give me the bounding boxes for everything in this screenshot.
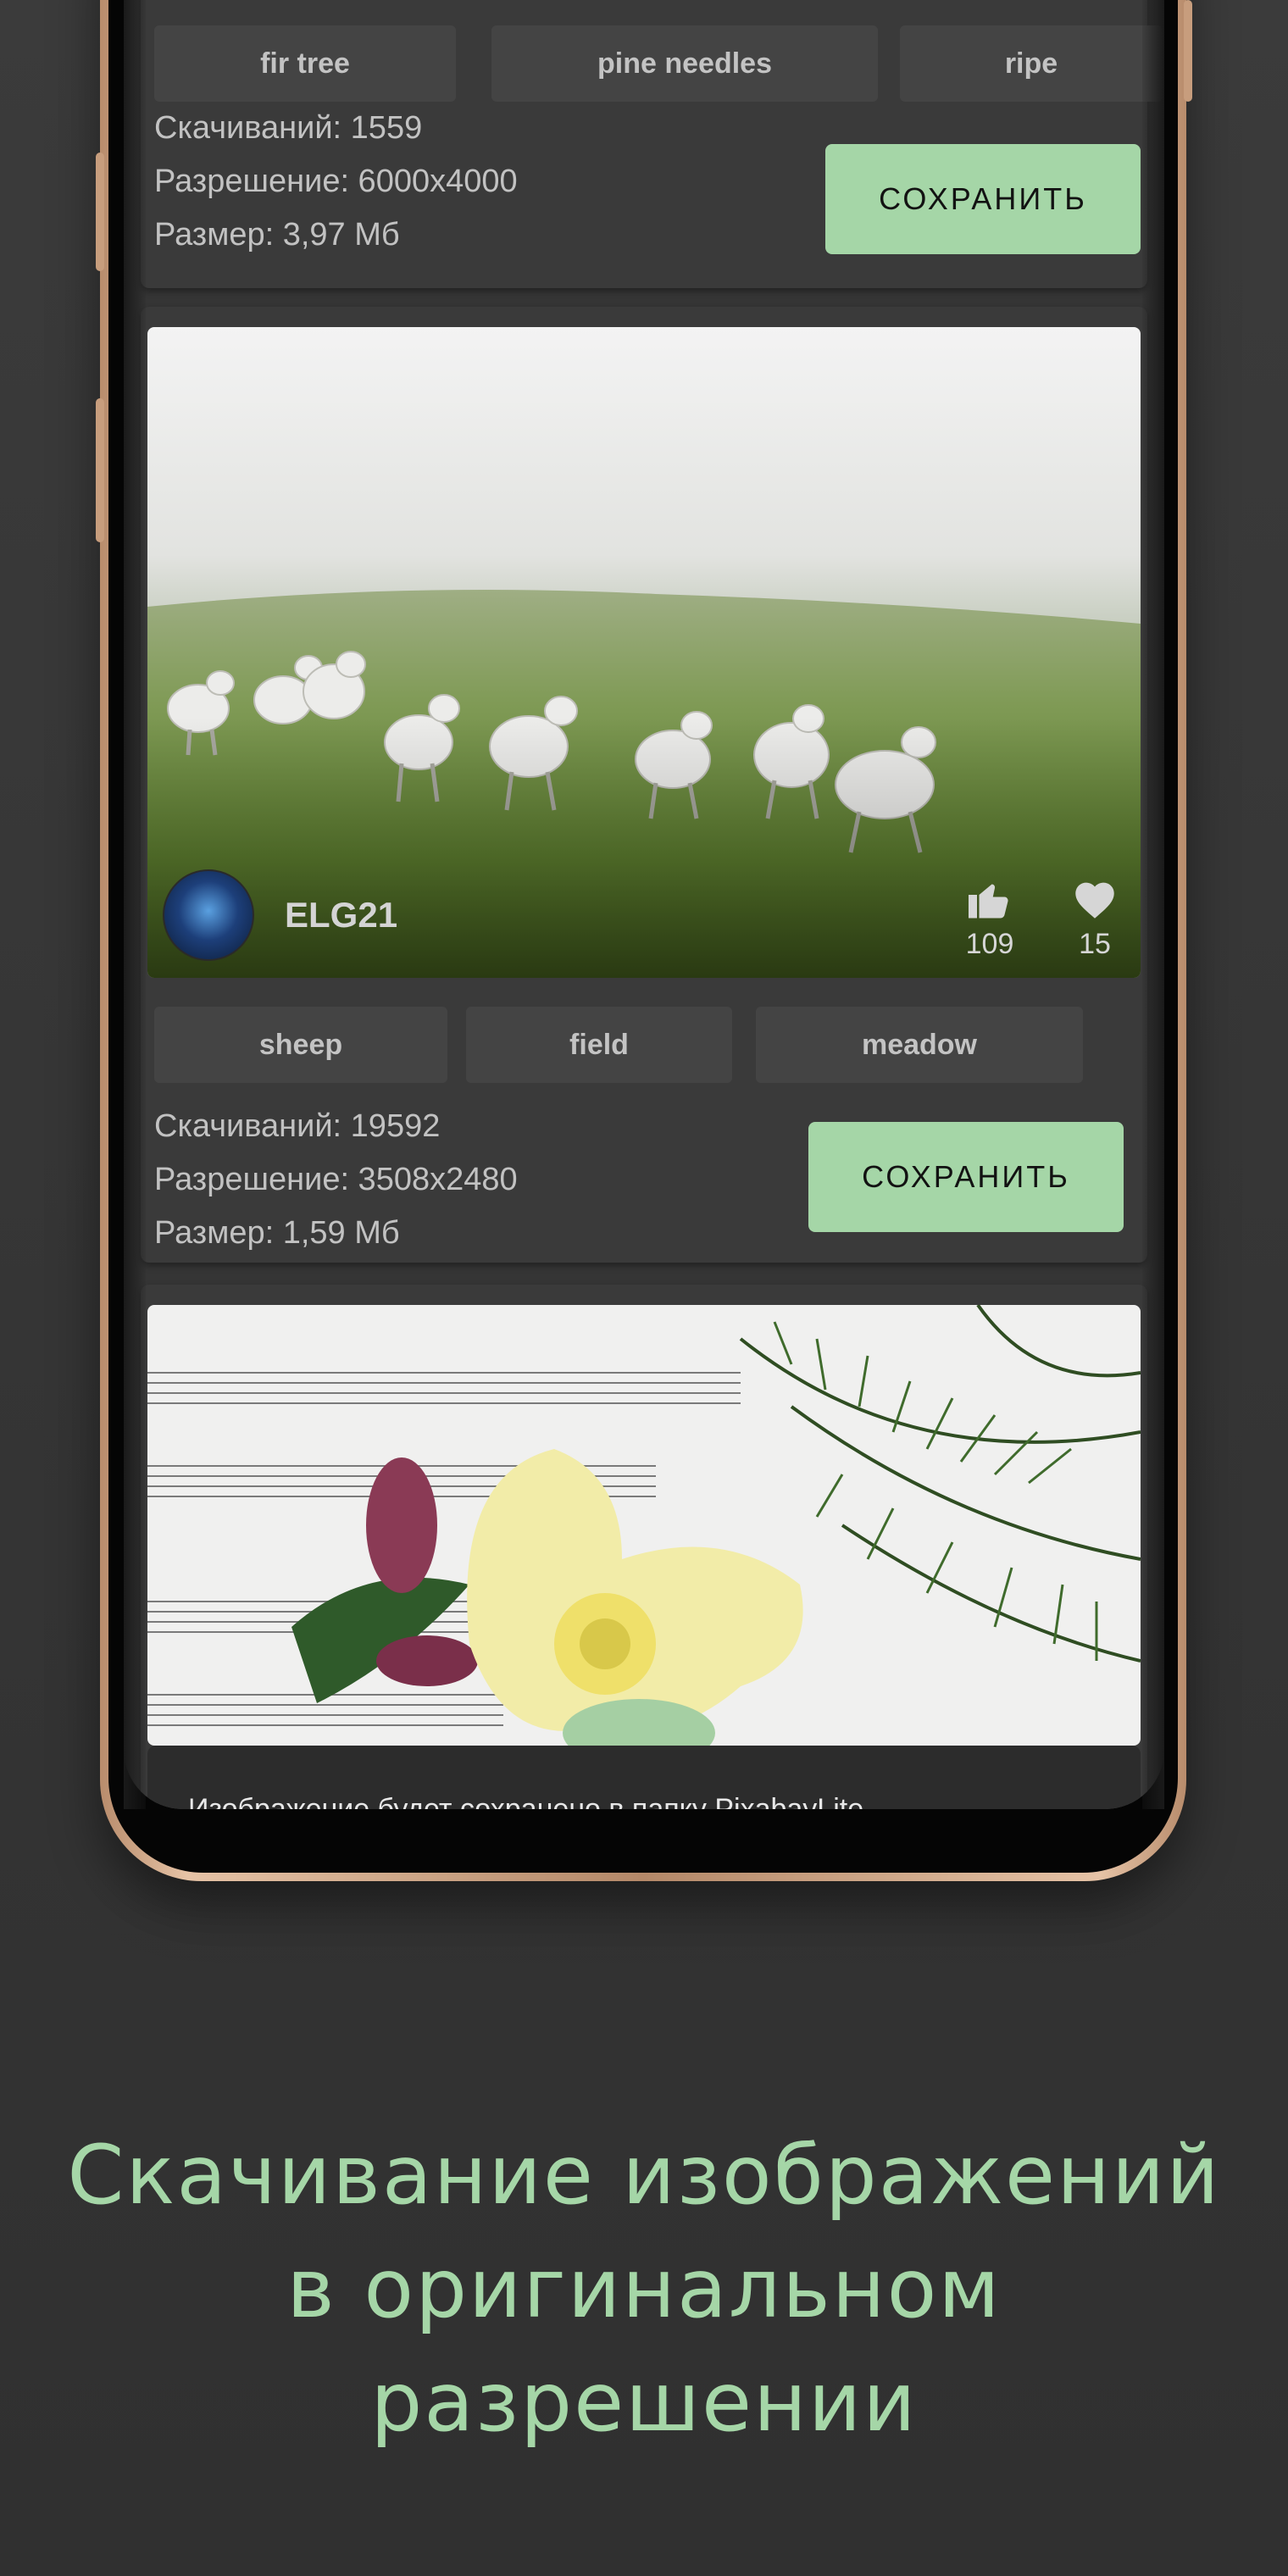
- tag-chip[interactable]: fir tree: [154, 25, 456, 102]
- downloads-count: Скачиваний: 1559: [154, 110, 423, 146]
- downloads-count: Скачиваний: 19592: [154, 1108, 441, 1144]
- save-button[interactable]: СОХРАНИТЬ: [825, 144, 1141, 254]
- tag-chip[interactable]: sheep: [154, 1007, 447, 1083]
- image-meta: Скачиваний: 1559 Разрешение: 6000x4000 Р…: [154, 102, 518, 262]
- snackbar: Изображение будет сохранено в папку Pixa…: [147, 1746, 1141, 1809]
- resolution-text: Разрешение: 6000x4000: [154, 164, 518, 199]
- likes-count: 109: [965, 928, 1014, 960]
- tag-chip[interactable]: meadow: [756, 1007, 1083, 1083]
- favorites-stat[interactable]: 15: [1061, 878, 1129, 961]
- headline-line: Скачивание изображений: [67, 2128, 1221, 2223]
- screen-edge: [124, 0, 146, 1809]
- file-size-text: Размер: 1,59 Мб: [154, 1215, 400, 1251]
- favorites-count: 15: [1079, 928, 1111, 960]
- screen-edge: [1142, 0, 1164, 1809]
- phone-side-button: [1184, 0, 1192, 102]
- image-card: fir tree pine needles ripe Скачиваний: 1…: [141, 0, 1163, 288]
- likes-stat[interactable]: 109: [956, 878, 1024, 961]
- tag-chip[interactable]: ripe: [900, 25, 1163, 102]
- author-block[interactable]: ELG21: [163, 869, 397, 961]
- heart-icon: [1075, 882, 1114, 919]
- save-button[interactable]: СОХРАНИТЬ: [808, 1122, 1124, 1232]
- tag-chip[interactable]: pine needles: [491, 25, 878, 102]
- headline-line: в оригинальном: [286, 2241, 1002, 2336]
- headline-line: разрешении: [370, 2355, 918, 2450]
- resolution-text: Разрешение: 3508x2480: [154, 1162, 518, 1197]
- image-preview[interactable]: ELG21 109 15: [147, 327, 1141, 978]
- image-preview[interactable]: [147, 1305, 1141, 1746]
- avatar[interactable]: [163, 869, 254, 961]
- file-size-text: Размер: 3,97 Мб: [154, 217, 400, 253]
- image-meta: Скачиваний: 19592 Разрешение: 3508x2480 …: [154, 1100, 518, 1260]
- phone-side-button: [96, 153, 104, 271]
- author-name[interactable]: ELG21: [285, 895, 397, 935]
- app-screen: fir tree pine needles ripe Скачиваний: 1…: [124, 0, 1164, 1809]
- thumb-up-icon: [969, 884, 1008, 919]
- flower-photo: [147, 1305, 1141, 1746]
- phone-side-button: [96, 398, 104, 542]
- promo-headline: Скачивание изображений в оригинальном ра…: [0, 2118, 1288, 2459]
- tag-chip[interactable]: field: [466, 1007, 732, 1083]
